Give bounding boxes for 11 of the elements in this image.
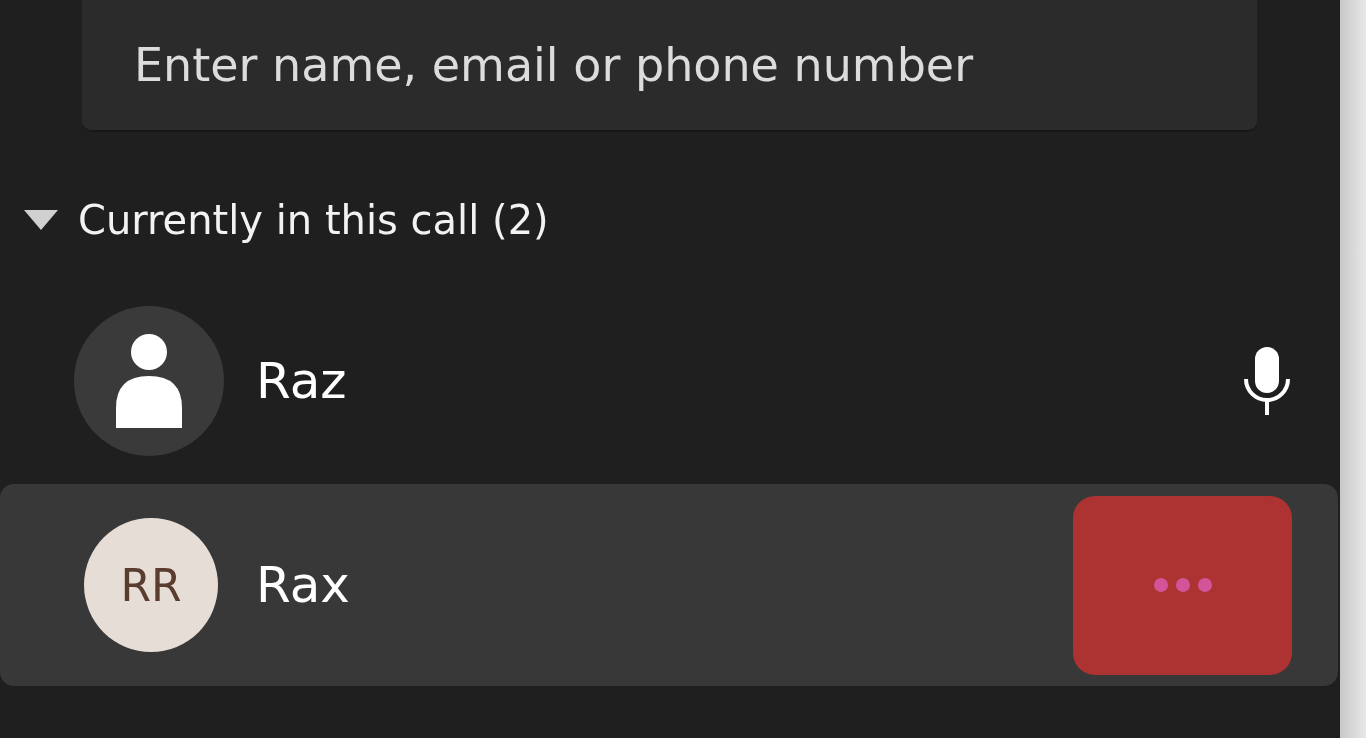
microphone-icon bbox=[1242, 347, 1292, 415]
more-icon bbox=[1152, 577, 1213, 593]
participant-name: Raz bbox=[256, 352, 348, 410]
search-field[interactable]: Enter name, email or phone number bbox=[82, 0, 1257, 132]
participant-row[interactable]: RR Rax bbox=[0, 484, 1338, 686]
caret-icon[interactable] bbox=[24, 210, 58, 230]
section-title: Currently in this call (2) bbox=[78, 197, 549, 243]
participant-row[interactable]: Raz bbox=[0, 306, 1338, 456]
person-icon bbox=[116, 334, 182, 428]
participant-name: Rax bbox=[256, 556, 351, 614]
avatar-initials: RR bbox=[120, 559, 182, 611]
